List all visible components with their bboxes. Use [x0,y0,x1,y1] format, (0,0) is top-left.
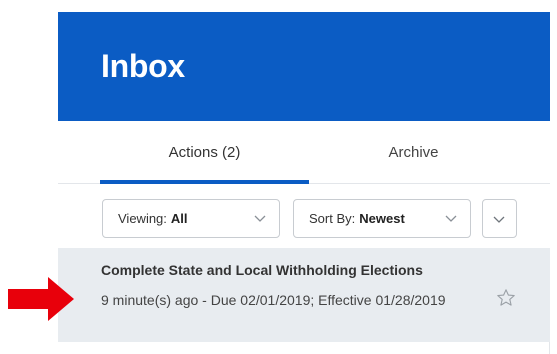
sort-select-label: Sort By: [309,211,356,226]
list-item[interactable]: Complete State and Local Withholding Ele… [58,248,550,342]
tab-actions[interactable]: Actions (2) [100,121,309,184]
page-title: Inbox [101,48,185,84]
filter-toolbar: Viewing: All Sort By: Newest [58,184,550,248]
viewing-select-label: Viewing: [118,211,167,226]
screenshot-stage: Inbox Actions (2) Archive Viewing: All S… [0,0,557,354]
item-meta: 9 minute(s) ago - Due 02/01/2019; Effect… [101,292,446,308]
sort-select-value: Newest [359,211,405,226]
inbox-panel: Inbox Actions (2) Archive Viewing: All S… [58,12,550,354]
chevron-down-icon [493,216,505,223]
item-title: Complete State and Local Withholding Ele… [101,262,423,278]
inbox-header: Inbox [58,12,550,121]
expand-filters-button[interactable] [482,199,517,238]
tab-archive[interactable]: Archive [309,121,518,184]
red-arrow-icon [8,277,74,321]
sort-select[interactable]: Sort By: Newest [293,199,471,238]
viewing-select[interactable]: Viewing: All [102,199,280,238]
chevron-down-icon [445,215,457,222]
star-outline-icon[interactable] [496,288,516,308]
chevron-down-icon [254,215,266,222]
tab-bar: Actions (2) Archive [58,121,550,184]
viewing-select-value: All [170,211,188,226]
